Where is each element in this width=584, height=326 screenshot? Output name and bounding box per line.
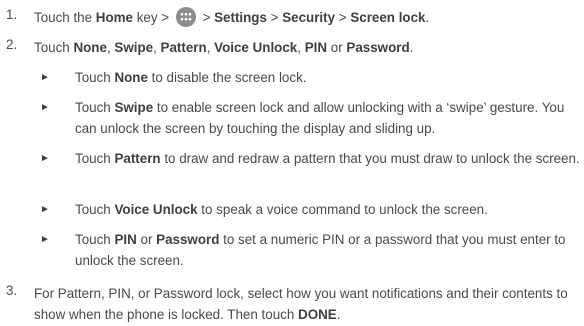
text-run: Touch	[34, 40, 74, 55]
all-apps-icon	[175, 7, 196, 27]
bullet-arrow-icon: ►	[40, 204, 50, 215]
bold-term-screen-lock: Screen lock	[350, 10, 426, 25]
bold-term-password: Password	[156, 232, 220, 247]
bold-term-pattern: Pattern	[160, 40, 207, 55]
text-run: Touch	[75, 232, 115, 247]
bold-term-none: None	[114, 70, 148, 85]
step-text: For Pattern, PIN, or Password lock, sele…	[34, 283, 580, 325]
bold-term-swipe: Swipe	[114, 100, 154, 115]
text-run: .	[409, 40, 414, 55]
bold-term-home: Home	[95, 10, 134, 25]
sub-item-text: Touch PIN or Password to set a numeric P…	[75, 229, 580, 271]
text-run: .	[336, 307, 341, 322]
step-number: 2.	[6, 37, 18, 52]
text-run: >	[198, 10, 215, 25]
text-run: key >	[133, 10, 173, 25]
bullet-arrow-icon: ►	[40, 102, 50, 113]
bold-term-swipe: Swipe	[114, 40, 154, 55]
bold-term-settings: Settings	[214, 10, 267, 25]
text-run: Touch	[75, 151, 115, 166]
instruction-page: 1. Touch the Home key > > Settings > Sec…	[0, 0, 584, 326]
text-run: to draw and redraw a pattern that you mu…	[160, 151, 580, 166]
bold-term-pin: PIN	[304, 40, 328, 55]
text-run: >	[266, 10, 283, 25]
bullet-arrow-icon: ►	[40, 234, 50, 245]
text-run: or	[327, 40, 347, 55]
bold-term-voice-unlock: Voice Unlock	[214, 40, 298, 55]
bold-term-pin: PIN	[114, 232, 137, 247]
text-run: Touch	[75, 202, 115, 217]
step-text: Touch the Home key > > Settings > Securi…	[34, 7, 580, 28]
text-run: to speak a voice command to unlock the s…	[197, 202, 488, 217]
step-number: 3.	[6, 283, 18, 298]
text-run: Touch	[75, 100, 115, 115]
text-run: ,	[153, 40, 161, 55]
bullet-arrow-icon: ►	[40, 72, 50, 83]
bold-term-pattern: Pattern	[114, 151, 161, 166]
bold-term-security: Security	[282, 10, 336, 25]
text-run: or	[136, 232, 157, 247]
sub-item-text: Touch Swipe to enable screen lock and al…	[75, 97, 580, 139]
text-run: >	[335, 10, 351, 25]
bullet-arrow-icon: ►	[40, 153, 50, 164]
bold-term-none: None	[73, 40, 107, 55]
text-run: ,	[297, 40, 305, 55]
text-run: Touch	[75, 70, 115, 85]
text-run: Touch the	[34, 10, 96, 25]
bold-term-voice-unlock: Voice Unlock	[114, 202, 198, 217]
bold-term-done: DONE	[298, 307, 337, 322]
sub-item-text: Touch Voice Unlock to speak a voice comm…	[75, 199, 580, 220]
sub-item-text: Touch Pattern to draw and redraw a patte…	[75, 148, 580, 169]
text-run: .	[425, 10, 430, 25]
step-number: 1.	[6, 7, 18, 22]
bold-term-password: Password	[346, 40, 410, 55]
step-text: Touch None, Swipe, Pattern, Voice Unlock…	[34, 37, 580, 58]
text-run: to disable the screen lock.	[147, 70, 307, 85]
sub-item-text: Touch None to disable the screen lock.	[75, 67, 580, 88]
